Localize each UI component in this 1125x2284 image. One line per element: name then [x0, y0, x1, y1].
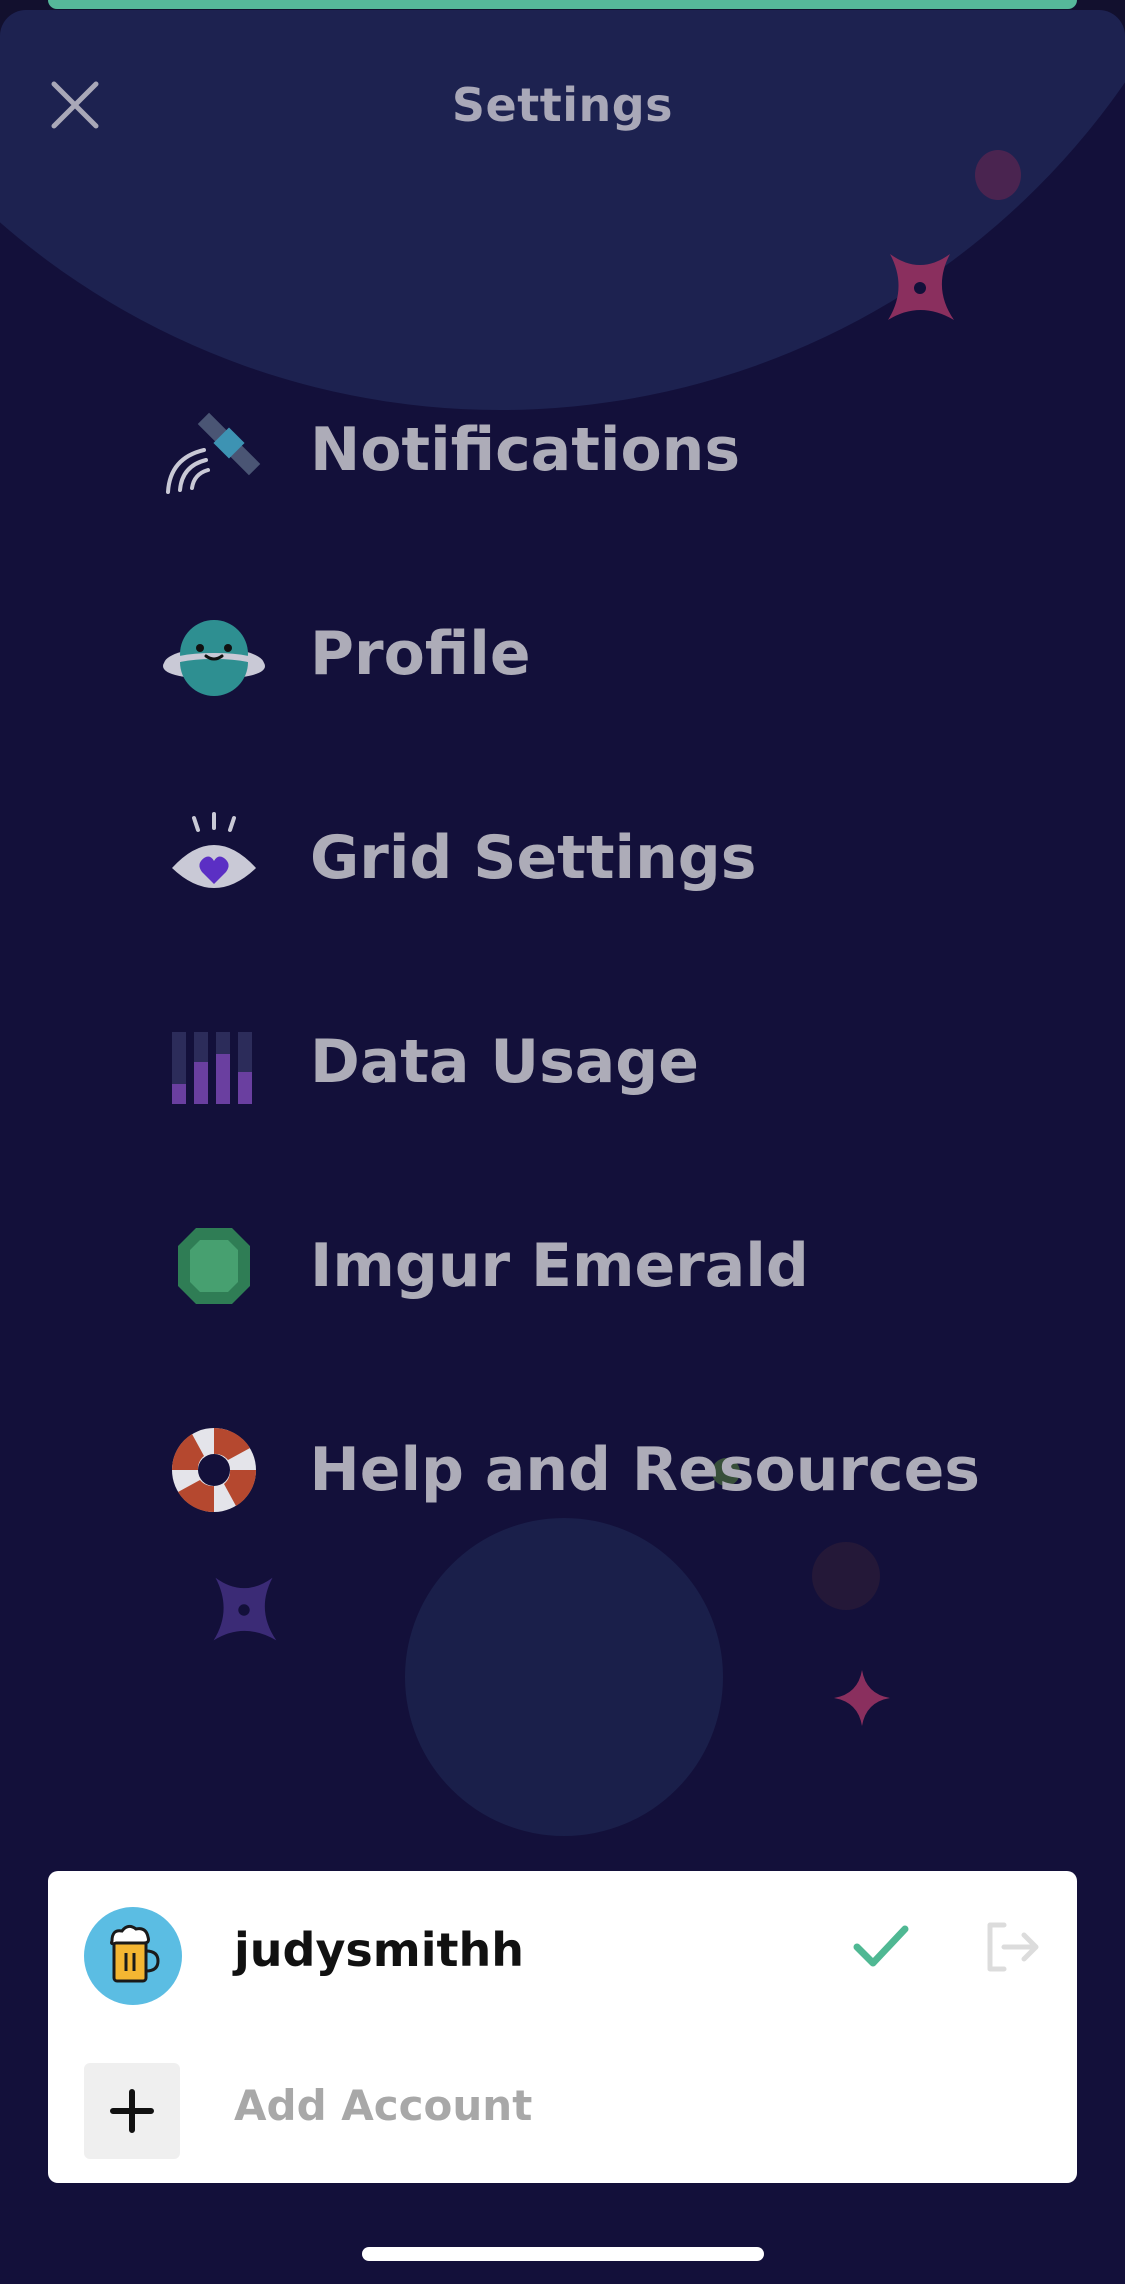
decor-dot [975, 150, 1021, 200]
planet-face-icon [160, 599, 292, 709]
page-title: Settings [451, 78, 674, 132]
menu-item-notifications[interactable]: Notifications [160, 390, 980, 510]
account-switcher-card: judysmithh Add Account [48, 1871, 1077, 2183]
background-planet-small [405, 1518, 723, 1836]
add-account-label: Add Account [234, 2081, 533, 2130]
menu-label: Imgur Emerald [310, 1231, 809, 1301]
menu-label: Notifications [310, 415, 741, 485]
menu-item-imgur-emerald[interactable]: Imgur Emerald [160, 1206, 980, 1326]
emerald-icon [160, 1211, 292, 1321]
sparkle-star-icon [213, 1577, 277, 1641]
menu-item-help-and-resources[interactable]: Help and Resources [160, 1410, 980, 1530]
bar-chart-icon [160, 1007, 292, 1117]
logout-icon[interactable] [982, 1919, 1042, 1975]
background-planet [0, 10, 1125, 410]
menu-label: Help and Resources [309, 1435, 980, 1505]
lifebuoy-icon [160, 1415, 292, 1525]
menu-label: Data Usage [310, 1027, 699, 1097]
menu-item-grid-settings[interactable]: Grid Settings [160, 798, 980, 918]
decor-dot [812, 1542, 880, 1610]
sparkle-star-icon [888, 254, 954, 320]
sparkle-star-icon [834, 1670, 890, 1726]
add-account-button[interactable] [84, 2063, 180, 2159]
account-username: judysmithh [234, 1923, 524, 1977]
add-account-row[interactable]: Add Account [48, 2031, 1077, 2159]
satellite-icon [160, 395, 292, 505]
menu-label: Grid Settings [310, 823, 757, 893]
plus-icon [110, 2089, 154, 2133]
home-indicator[interactable] [362, 2247, 764, 2261]
checkmark-icon [853, 1925, 909, 1967]
top-edge-strip [48, 0, 1077, 9]
menu-label: Profile [310, 619, 531, 689]
menu-item-data-usage[interactable]: Data Usage [160, 1002, 980, 1122]
account-row-current[interactable]: judysmithh [48, 1871, 1077, 2005]
menu-item-profile[interactable]: Profile [160, 594, 980, 714]
beer-mug-avatar [84, 1907, 182, 2005]
eye-heart-icon [160, 803, 292, 913]
